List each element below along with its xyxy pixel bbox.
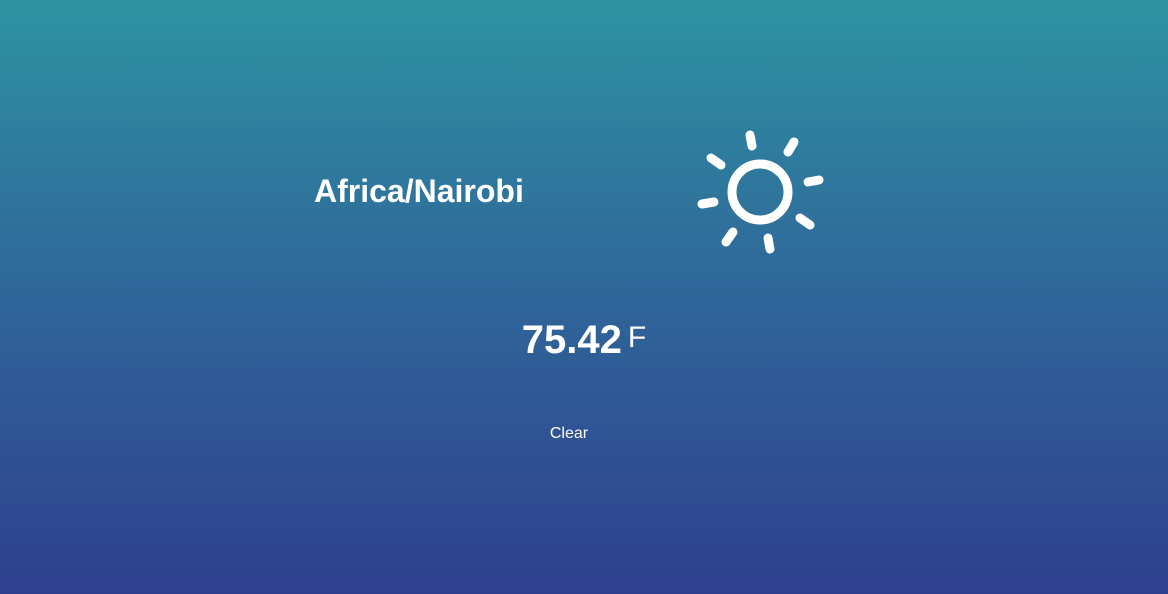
temperature-display: 75.42 F [0, 318, 1168, 363]
sun-ray [706, 153, 726, 170]
sun-ray [745, 130, 757, 151]
weather-description: Clear [549, 425, 589, 442]
sun-icon [697, 130, 824, 254]
temperature-value: 75.42 [521, 318, 622, 362]
sun-ray [803, 175, 824, 187]
sun-ray [721, 227, 738, 247]
sun-ray [795, 213, 815, 230]
timezone-label: Africa/Nairobi [314, 173, 524, 209]
sun-ray [783, 137, 799, 157]
temperature-unit: F [627, 321, 647, 354]
sun-ray [763, 233, 775, 254]
sun-ray [697, 197, 719, 209]
